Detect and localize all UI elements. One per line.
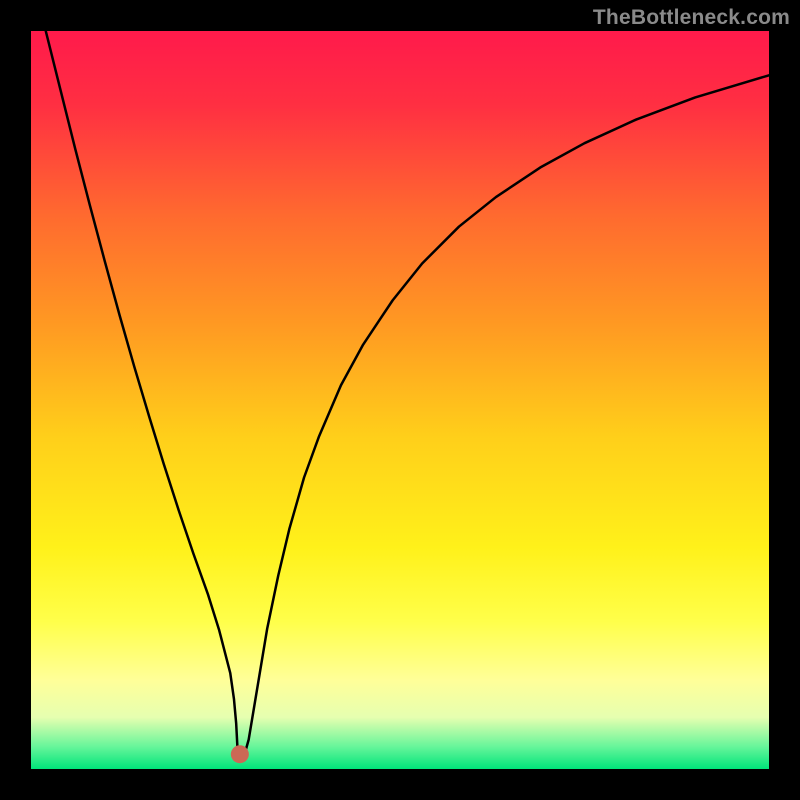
watermark-text: TheBottleneck.com (593, 6, 790, 30)
chart-canvas (31, 31, 769, 769)
plot-area (31, 31, 769, 769)
minimum-marker (231, 745, 249, 763)
chart-stage: TheBottleneck.com (0, 0, 800, 800)
gradient-background (31, 31, 769, 769)
